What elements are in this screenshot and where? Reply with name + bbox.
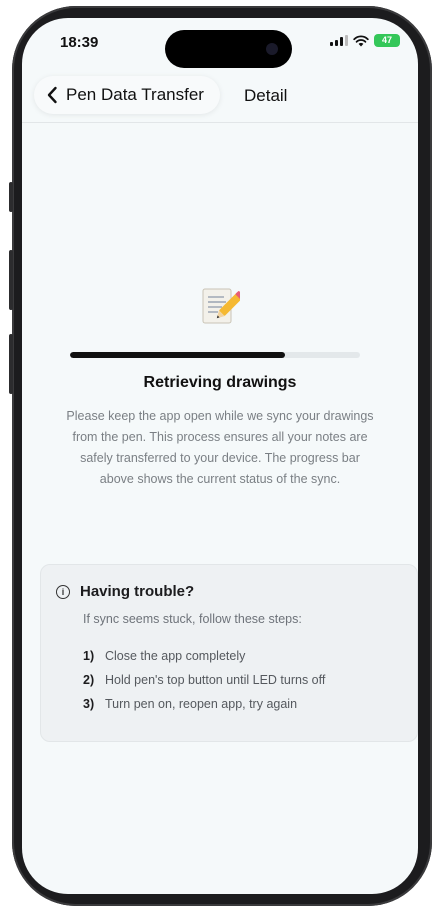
status-bar: 18:39 47 bbox=[22, 18, 418, 68]
chevron-left-icon bbox=[47, 86, 57, 104]
action-button bbox=[9, 182, 13, 212]
step-number: 2) bbox=[83, 673, 95, 687]
sync-status-title: Retrieving drawings bbox=[143, 374, 297, 391]
step-text: Turn pen on, reopen app, try again bbox=[105, 697, 298, 711]
troubleshooting-intro: If sync seems stuck, follow these steps: bbox=[83, 612, 302, 626]
status-icons: 47 bbox=[330, 34, 400, 47]
back-button[interactable]: Pen Data Transfer bbox=[34, 76, 220, 114]
step-text: Close the app completely bbox=[105, 649, 246, 663]
step-number: 1) bbox=[83, 649, 95, 663]
info-icon: i bbox=[56, 584, 70, 599]
screen: 18:39 47 Pen Data Transfer Detail Retrie… bbox=[22, 18, 418, 894]
troubleshooting-header: i Having trouble? bbox=[56, 583, 194, 600]
troubleshooting-steps: 1) Close the app completely 2) Hold pen'… bbox=[83, 645, 325, 717]
dynamic-island bbox=[165, 30, 292, 68]
troubleshooting-step: 2) Hold pen's top button until LED turns… bbox=[83, 669, 325, 691]
back-button-label: Pen Data Transfer bbox=[66, 85, 204, 104]
troubleshooting-step: 3) Turn pen on, reopen app, try again bbox=[83, 693, 325, 715]
sync-status-description: Please keep the app open while we sync y… bbox=[66, 409, 374, 486]
navigation-bar: Pen Data Transfer Detail bbox=[22, 70, 418, 123]
volume-down-button bbox=[9, 334, 13, 394]
battery-icon: 47 bbox=[374, 34, 400, 47]
wifi-icon bbox=[353, 34, 369, 46]
page-title: Detail bbox=[244, 86, 288, 105]
troubleshooting-step: 1) Close the app completely bbox=[83, 645, 325, 667]
troubleshooting-title: Having trouble? bbox=[80, 583, 195, 600]
memo-pencil-icon bbox=[202, 288, 240, 324]
camera-icon bbox=[266, 43, 278, 55]
step-text: Hold pen's top button until LED turns of… bbox=[105, 673, 326, 687]
status-time: 18:39 bbox=[60, 34, 99, 51]
volume-up-button bbox=[9, 250, 13, 310]
signal-icon bbox=[330, 35, 348, 46]
sync-progress-fill bbox=[70, 352, 285, 358]
troubleshooting-card: i Having trouble? If sync seems stuck, f… bbox=[40, 564, 418, 742]
sync-progress-bar bbox=[70, 352, 360, 358]
step-number: 3) bbox=[83, 697, 95, 711]
